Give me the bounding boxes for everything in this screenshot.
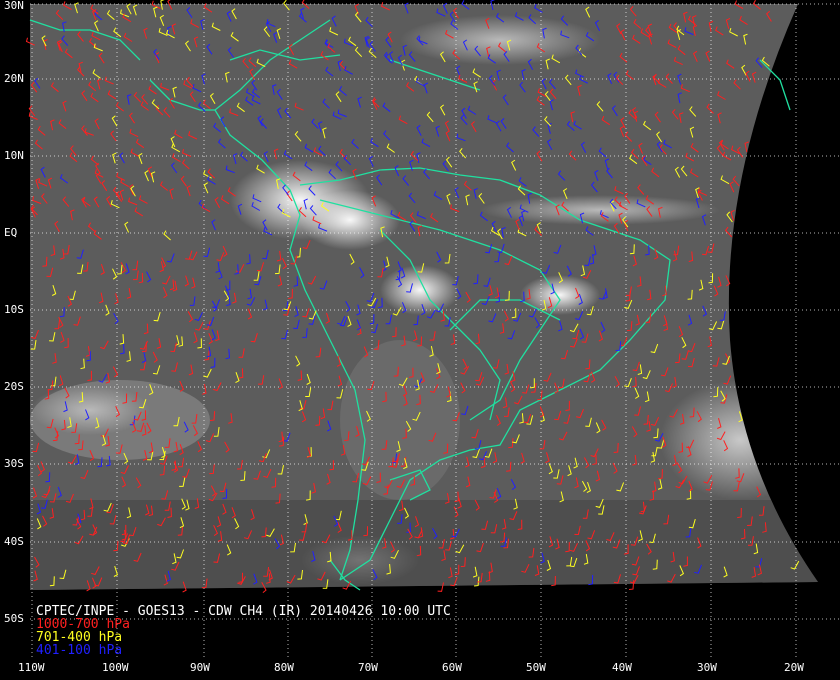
lat-label: 30S	[4, 457, 24, 470]
lat-label: 10S	[4, 303, 24, 316]
lon-label: 70W	[358, 661, 378, 674]
lon-label: 20W	[784, 661, 804, 674]
lat-label: EQ	[4, 226, 18, 239]
lon-label: 60W	[442, 661, 462, 674]
satellite-map	[0, 0, 840, 680]
lat-label: 30N	[4, 0, 24, 12]
lat-label: 20N	[4, 72, 24, 85]
legend-high-level: 401-100 hPa	[36, 643, 123, 658]
lon-label: 100W	[102, 661, 129, 674]
lon-label: 110W	[18, 661, 45, 674]
lon-label: 30W	[697, 661, 717, 674]
lon-label: 50W	[526, 661, 546, 674]
lat-label: 50S	[4, 612, 24, 625]
lon-label: 90W	[190, 661, 210, 674]
lon-label: 80W	[274, 661, 294, 674]
lon-label: 40W	[612, 661, 632, 674]
lat-label: 10N	[4, 149, 24, 162]
lat-label: 40S	[4, 535, 24, 548]
lat-label: 20S	[4, 380, 24, 393]
